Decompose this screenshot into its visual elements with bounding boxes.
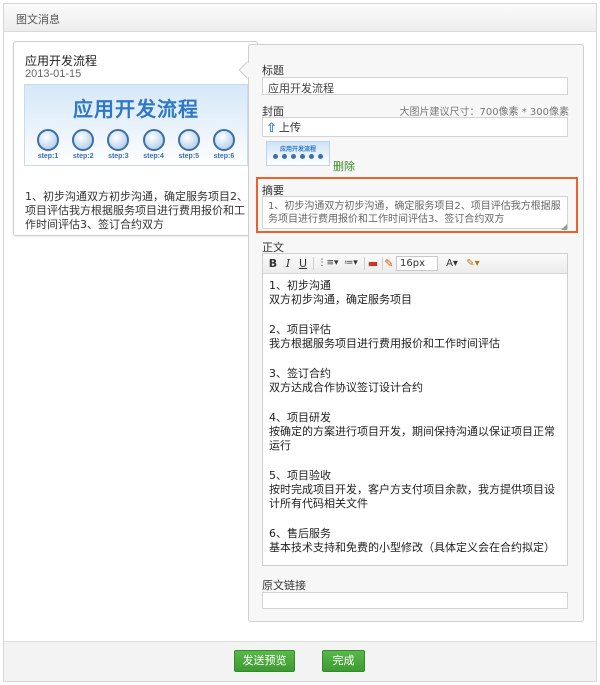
ordered-list-button[interactable]: ⋮≡▾: [317, 256, 339, 271]
step-icon: [142, 129, 165, 151]
step-label: step:4: [143, 153, 164, 160]
footer-bar: [4, 641, 596, 681]
step-icon: [72, 129, 95, 151]
section-body: 双方初步沟通，确定服务项目: [269, 293, 412, 306]
article-preview-card[interactable]: 应用开发流程 2013-01-15 应用开发流程 step:1 step:2 s…: [13, 41, 258, 236]
send-preview-button[interactable]: 发送预览: [234, 650, 295, 672]
editor-toolbar: B I U ⋮≡▾ ≔▾ ▬ ✎ 16px A▾ ✎▾: [263, 254, 567, 274]
step-icon: [212, 129, 235, 151]
rich-text-editor[interactable]: B I U ⋮≡▾ ≔▾ ▬ ✎ 16px A▾ ✎▾ 1、初步沟通 双方初步沟通…: [262, 253, 568, 566]
content-section: 2、项目评估 我方根据服务项目进行费用报价和工作时间评估: [269, 323, 563, 351]
insert-image-button[interactable]: ▬: [367, 256, 379, 271]
toolbar-separator: [382, 257, 383, 270]
underline-button[interactable]: U: [297, 256, 309, 271]
section-heading: 3、签订合约: [269, 367, 331, 380]
editor-content[interactable]: 1、初步沟通 双方初步沟通，确定服务项目 2、项目评估 我方根据服务项目进行费用报价…: [269, 279, 563, 571]
section-heading: 4、项目研发: [269, 411, 331, 424]
content-section: 6、售后服务 基本技术支持和免费的小型修改（具体定义会在合约拟定）: [269, 527, 563, 555]
section-heading: 1、初步沟通: [269, 279, 331, 292]
content-section: 4、项目研发 按确定的方案进行项目开发，期间保持沟通以保证项目正常运行: [269, 411, 563, 453]
preview-date: 2013-01-15: [25, 68, 82, 80]
toolbar-separator: [313, 257, 314, 270]
section-body: 双方达成合作协议签订设计合约: [269, 381, 423, 394]
step-item: step:5: [174, 129, 204, 160]
font-color-button[interactable]: A▾: [443, 256, 461, 271]
section-heading: 5、项目验收: [269, 469, 331, 482]
source-link-input[interactable]: [262, 592, 568, 609]
upload-label: 上传: [278, 121, 301, 134]
section-body: 基本技术支持和免费的小型修改（具体定义会在合约拟定）: [269, 541, 555, 554]
thumbnail-steps: [273, 154, 323, 159]
section-heading: 6、售后服务: [269, 527, 331, 540]
step-label: step:6: [213, 153, 235, 160]
summary-textarea[interactable]: 1、初步沟通双方初步沟通，确定服务项目2、项目评估我方根据服务项目进行费用报价和…: [262, 196, 568, 229]
preview-title: 应用开发流程: [25, 54, 98, 68]
bold-button[interactable]: B: [267, 256, 279, 271]
unordered-list-button[interactable]: ≔▾: [341, 256, 361, 271]
thumbnail-title: 应用开发流程: [279, 146, 316, 153]
step-label: step:3: [108, 153, 129, 160]
cover-image-title: 应用开发流程: [73, 97, 199, 121]
delete-cover-link[interactable]: 删除: [333, 158, 355, 174]
step-item: step:3: [103, 129, 133, 160]
title-bar: 图文消息: [4, 4, 596, 32]
content-section: 1、初步沟通 双方初步沟通，确定服务项目: [269, 279, 563, 307]
italic-button[interactable]: I: [282, 256, 294, 271]
source-link-label: 原文链接: [262, 579, 306, 592]
eraser-button[interactable]: ✎: [384, 256, 394, 271]
step-icon: [177, 129, 200, 151]
cover-image: 应用开发流程 step:1 step:2 step:3 step:4 step:…: [24, 84, 248, 166]
step-label: step:5: [178, 153, 200, 160]
font-size-select[interactable]: 16px: [396, 256, 438, 271]
cover-steps: step:1 step:2 step:3 step:4 step:5 step:…: [33, 129, 239, 160]
done-button[interactable]: 完成: [322, 650, 365, 672]
step-item: step:6: [209, 129, 239, 160]
upload-field: [262, 117, 568, 137]
step-label: step:1: [37, 153, 59, 160]
preview-summary: 1、初步沟通双方初步沟通，确定服务项目2、项目评估我方根据服务项目进行费用报价和…: [25, 190, 248, 231]
cover-thumbnail: 应用开发流程: [266, 141, 330, 166]
step-item: step:4: [139, 129, 169, 160]
title-label: 标题: [262, 64, 284, 77]
section-body: 我方根据服务项目进行费用报价和工作时间评估: [269, 337, 500, 350]
toolbar-separator: [364, 257, 365, 270]
content-section: 5、项目验收 按时完成项目开发，客户方支付项目余款，我方提供项目设计所有代码相关文…: [269, 469, 563, 511]
upload-button[interactable]: ⇧ 上传: [266, 119, 301, 136]
resize-handle-icon[interactable]: ◢: [561, 222, 567, 231]
section-body: 按时完成项目开发，客户方支付项目余款，我方提供项目设计所有代码相关文件: [269, 483, 555, 510]
background-color-button[interactable]: ✎▾: [464, 256, 482, 271]
step-icon: [107, 129, 130, 151]
title-input[interactable]: 应用开发流程: [262, 77, 568, 95]
window-title: 图文消息: [16, 13, 60, 26]
step-label: step:2: [72, 153, 94, 160]
section-body: 按确定的方案进行项目开发，期间保持沟通以保证项目正常运行: [269, 425, 555, 452]
upload-icon: ⇧: [266, 121, 277, 136]
step-item: step:2: [68, 129, 98, 160]
step-item: step:1: [33, 129, 63, 160]
content-section: 3、签订合约 双方达成合作协议签订设计合约: [269, 367, 563, 395]
step-icon: [37, 129, 59, 151]
section-heading: 2、项目评估: [269, 323, 331, 336]
cover-size-hint: 大图片建议尺寸：700像素 * 300像素: [399, 107, 569, 118]
